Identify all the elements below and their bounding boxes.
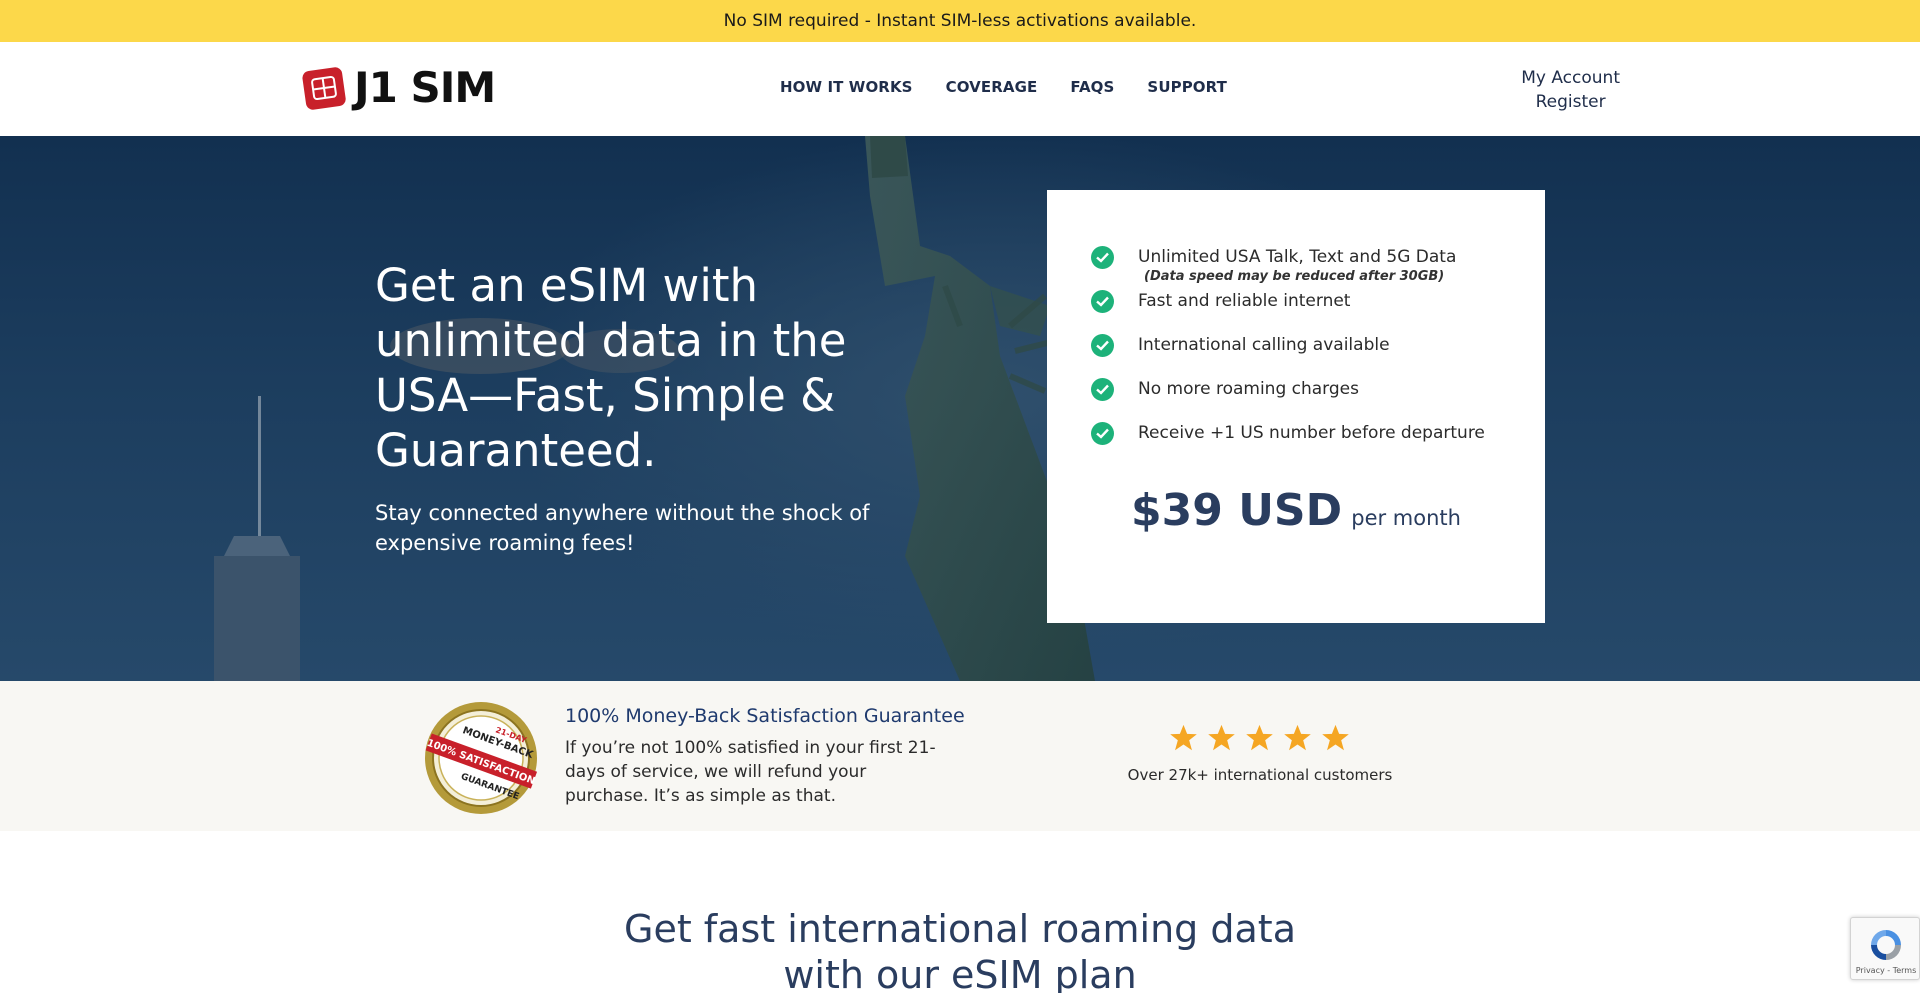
check-circle-icon bbox=[1091, 290, 1114, 313]
feature-item: Unlimited USA Talk, Text and 5G Data (Da… bbox=[1091, 246, 1485, 290]
guarantee-text: If you’re not 100% satisfied in your fir… bbox=[565, 738, 936, 806]
star-icon bbox=[1322, 724, 1349, 751]
sim-chip-icon bbox=[302, 67, 346, 110]
feature-item: Fast and reliable internet bbox=[1091, 290, 1485, 334]
price-amount: $39 USD bbox=[1131, 485, 1343, 536]
section-title-line-2: with our eSIM plan bbox=[783, 953, 1137, 993]
hero-section: Get an eSIM with unlimited data in the U… bbox=[0, 136, 1920, 681]
feature-text: International calling available bbox=[1138, 335, 1390, 355]
feature-list: Unlimited USA Talk, Text and 5G Data (Da… bbox=[1091, 246, 1485, 466]
star-icon bbox=[1284, 724, 1311, 751]
hero-title: Get an eSIM with unlimited data in the U… bbox=[375, 259, 847, 477]
star-icon bbox=[1208, 724, 1235, 751]
feature-item: No more roaming charges bbox=[1091, 378, 1485, 422]
feature-item: Receive +1 US number before departure bbox=[1091, 422, 1485, 466]
my-account-link[interactable]: My Account bbox=[1521, 66, 1620, 90]
rating-stars bbox=[1169, 723, 1350, 752]
price-unit: per month bbox=[1351, 506, 1461, 530]
nav-coverage[interactable]: COVERAGE bbox=[946, 78, 1038, 96]
star-icon bbox=[1170, 724, 1197, 751]
feature-text: Unlimited USA Talk, Text and 5G Data bbox=[1138, 247, 1457, 267]
feature-text: Fast and reliable internet bbox=[1138, 291, 1351, 311]
check-circle-icon bbox=[1091, 334, 1114, 357]
section-title: Get fast international roaming data with… bbox=[0, 906, 1920, 993]
money-back-seal-icon: 21-DAY MONEY-BACK 100% SATISFACTION GUAR… bbox=[425, 702, 538, 814]
guarantee-strip: 21-DAY MONEY-BACK 100% SATISFACTION GUAR… bbox=[0, 681, 1920, 831]
recaptcha-links[interactable]: Privacy - Terms bbox=[1851, 966, 1920, 975]
hero-background-image bbox=[214, 136, 1095, 681]
nav-support[interactable]: SUPPORT bbox=[1147, 78, 1227, 96]
feature-text: No more roaming charges bbox=[1138, 379, 1359, 399]
check-circle-icon bbox=[1091, 378, 1114, 401]
nav-faqs[interactable]: FAQS bbox=[1070, 78, 1114, 96]
customers-caption: Over 27k+ international customers bbox=[1127, 766, 1393, 784]
recaptcha-badge[interactable]: Privacy - Terms bbox=[1850, 917, 1920, 980]
check-circle-icon bbox=[1091, 422, 1114, 445]
nav-how-it-works[interactable]: HOW IT WORKS bbox=[780, 78, 913, 96]
feature-note: (Data speed may be reduced after 30GB) bbox=[1144, 269, 1445, 284]
price: $39 USD per month bbox=[1047, 485, 1545, 536]
announcement-bar: No SIM required - Instant SIM-less activ… bbox=[0, 0, 1920, 42]
feature-item: International calling available bbox=[1091, 334, 1485, 378]
pricing-card: Unlimited USA Talk, Text and 5G Data (Da… bbox=[1047, 190, 1545, 623]
feature-text: Receive +1 US number before departure bbox=[1138, 423, 1485, 443]
account-links: My Account Register bbox=[1521, 66, 1620, 114]
hero-subtitle: Stay connected anywhere without the shoc… bbox=[375, 501, 870, 555]
logo-text: J1 SIM bbox=[354, 63, 496, 112]
section-title-line-1: Get fast international roaming data bbox=[624, 907, 1296, 951]
site-header: J1 SIM HOW IT WORKS COVERAGE FAQS SUPPOR… bbox=[0, 42, 1920, 136]
logo-link[interactable]: J1 SIM bbox=[302, 63, 496, 112]
check-circle-icon bbox=[1091, 246, 1114, 269]
main-nav: HOW IT WORKS COVERAGE FAQS SUPPORT bbox=[780, 78, 1227, 96]
guarantee-title: 100% Money-Back Satisfaction Guarantee bbox=[565, 705, 965, 727]
register-link[interactable]: Register bbox=[1521, 90, 1620, 114]
announcement-text: No SIM required - Instant SIM-less activ… bbox=[723, 11, 1197, 31]
star-icon bbox=[1246, 724, 1273, 751]
recaptcha-icon bbox=[1871, 930, 1901, 960]
